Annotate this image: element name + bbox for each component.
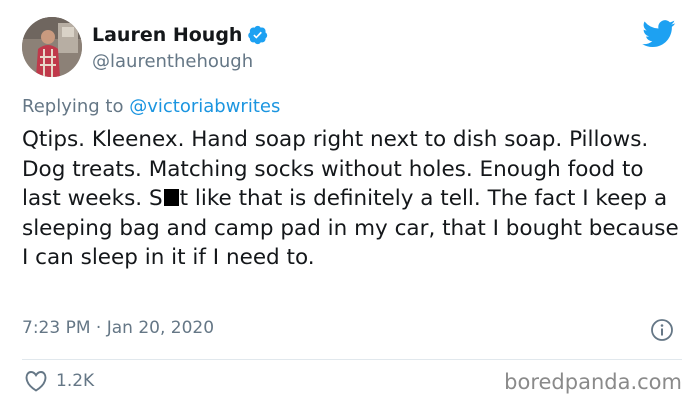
display-name-group[interactable]: Lauren Hough — [92, 24, 268, 46]
tweet-timestamp[interactable]: 7:23 PM · Jan 20, 2020 — [22, 318, 214, 338]
info-icon[interactable] — [650, 318, 674, 342]
user-handle[interactable]: @laurenthehough — [92, 51, 253, 72]
censor-block — [163, 189, 179, 206]
display-name[interactable]: Lauren Hough — [92, 24, 242, 46]
replying-to-label: Replying to — [22, 96, 124, 117]
heart-icon — [25, 371, 47, 392]
avatar-photo — [22, 17, 82, 77]
reply-mention-link[interactable]: @victoriabwrites — [129, 96, 280, 117]
replying-to: Replying to @victoriabwrites — [22, 96, 280, 117]
like-button[interactable]: 1.2K — [24, 370, 94, 392]
divider — [22, 359, 682, 360]
twitter-bird-icon[interactable] — [642, 20, 676, 48]
verified-badge-icon — [248, 25, 268, 45]
tweet-text: Qtips. Kleenex. Hand soap right next to … — [22, 125, 682, 273]
watermark: boredpanda.com — [504, 370, 682, 394]
avatar[interactable] — [22, 17, 82, 77]
like-count: 1.2K — [56, 371, 95, 391]
